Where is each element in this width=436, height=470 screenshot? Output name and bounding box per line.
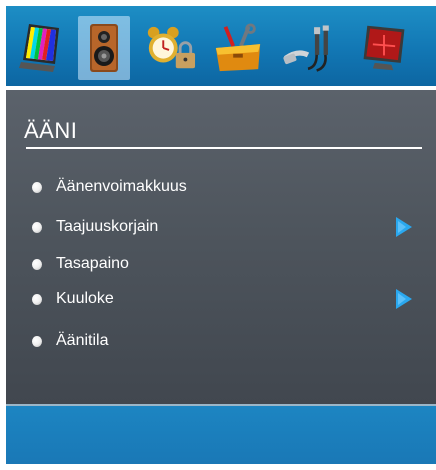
menu-item-sound-mode[interactable]: Äänitila	[32, 329, 422, 353]
connection-cables-icon	[283, 25, 329, 72]
picture-icon	[19, 24, 59, 72]
bullet-icon	[32, 335, 42, 347]
category-picture[interactable]	[14, 16, 66, 80]
menu-item-headphone[interactable]: Kuuloke	[32, 287, 422, 311]
bullet-icon	[32, 181, 42, 193]
submenu-arrow-icon[interactable]	[396, 289, 412, 309]
menu-item-balance[interactable]: Tasapaino	[32, 252, 422, 276]
category-sound[interactable]	[78, 16, 130, 80]
monitor-red-cross-icon	[363, 25, 405, 71]
bullet-icon	[32, 258, 42, 270]
menu-item-label: Äänitila	[56, 332, 109, 349]
submenu-arrow-icon[interactable]	[396, 217, 412, 237]
menu-item-label: Äänenvoimakkuus	[56, 178, 187, 195]
menu-item-volume[interactable]: Äänenvoimakkuus	[32, 175, 422, 199]
category-icon-bar	[6, 6, 436, 86]
tv-menu-window: ÄÄNI Äänenvoimakkuus Taajuuskorjain Tasa…	[6, 6, 436, 464]
category-sources[interactable]	[282, 16, 334, 80]
menu-item-label: Taajuuskorjain	[56, 218, 159, 235]
page-title: ÄÄNI	[24, 118, 78, 143]
menu-item-equalizer[interactable]: Taajuuskorjain	[32, 215, 422, 239]
menu-item-label: Kuuloke	[56, 290, 114, 307]
category-timer-lock[interactable]	[144, 16, 196, 80]
bullet-icon	[32, 293, 42, 305]
info-bar	[6, 406, 436, 464]
category-setup[interactable]	[212, 16, 264, 80]
bullet-icon	[32, 221, 42, 233]
alarm-clock-lock-icon	[147, 26, 196, 69]
category-pc[interactable]	[358, 16, 410, 80]
toolbox-icon	[215, 23, 261, 72]
title-underline	[26, 147, 422, 149]
speaker-icon	[90, 24, 118, 72]
menu-item-label: Tasapaino	[56, 255, 129, 272]
